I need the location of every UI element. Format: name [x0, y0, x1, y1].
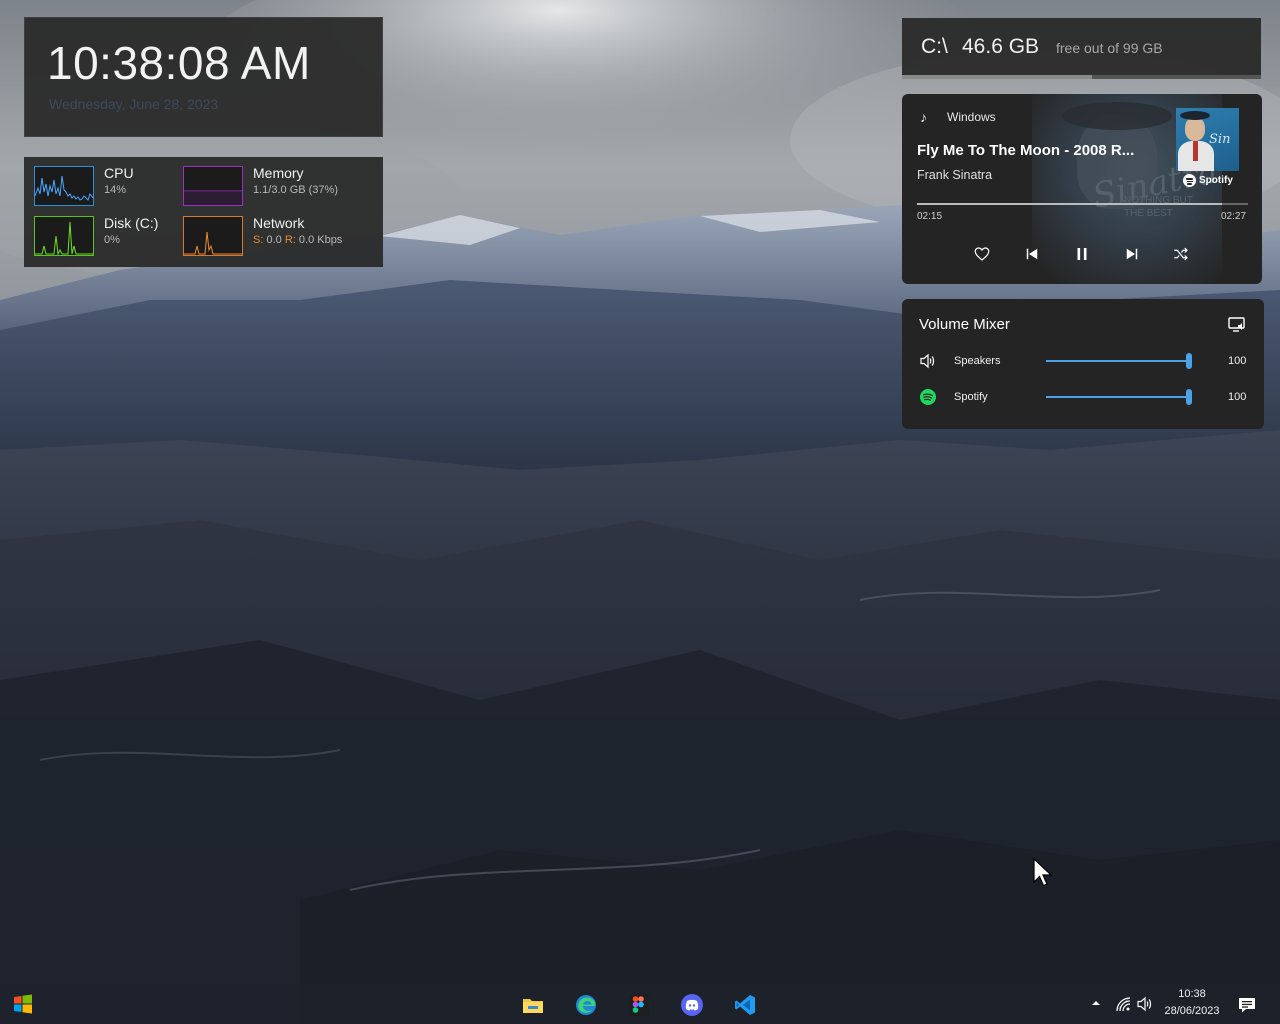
track-elapsed-time: 02:15	[917, 211, 943, 222]
vscode-icon	[735, 995, 755, 1015]
network-recv-label: R:	[284, 234, 296, 246]
volume-row-speakers: Speakers 100	[902, 350, 1264, 372]
cpu-title: CPU	[104, 165, 134, 181]
previous-icon	[1026, 248, 1038, 260]
track-title: Fly Me To The Moon - 2008 R...	[917, 142, 1135, 159]
track-progress-bar[interactable]	[917, 203, 1248, 205]
memory-title: Memory	[253, 165, 304, 181]
taskbar-figma[interactable]	[622, 988, 656, 1022]
volume-mixer-title: Volume Mixer	[919, 316, 1010, 333]
taskbar-file-explorer[interactable]	[516, 988, 550, 1022]
storage-widget[interactable]: C:\ 46.6 GB free out of 99 GB	[902, 18, 1261, 79]
pause-button[interactable]	[1070, 242, 1094, 266]
shuffle-button[interactable]	[1169, 242, 1193, 266]
taskbar: 10:38 28/06/2023	[0, 984, 1280, 1024]
previous-button[interactable]	[1020, 242, 1044, 266]
taskbar-edge[interactable]	[569, 988, 603, 1022]
taskbar-discord[interactable]	[675, 988, 709, 1022]
like-button[interactable]	[970, 242, 994, 266]
clock-date: Wednesday, June 28, 2023	[49, 96, 219, 112]
volume-fill-spotify	[1046, 396, 1189, 398]
cpu-monitor[interactable]: CPU 14%	[24, 157, 194, 206]
network-send-value: 0.0	[266, 234, 282, 246]
memory-graph	[183, 166, 243, 206]
output-device-icon[interactable]	[1227, 315, 1247, 335]
cpu-graph	[34, 166, 94, 206]
taskbar-clock-date[interactable]: 28/06/2023	[1160, 1005, 1224, 1017]
network-value: S: 0.0 R: 0.0 Kbps	[253, 234, 342, 246]
album-thumbnail[interactable]: Sin	[1176, 108, 1239, 171]
performance-widget: CPU 14% Memory 1.1/3.0 GB (37%) Disk (C:…	[24, 157, 383, 267]
show-hidden-icons-chevron-icon[interactable]	[1090, 998, 1102, 1008]
clock-time: 10:38:08 AM	[47, 37, 311, 89]
network-send-label: S:	[253, 234, 264, 246]
network-recv-value: 0.0 Kbps	[298, 234, 343, 246]
media-app-name: Windows	[947, 110, 996, 124]
album-subtitle-line-1: NOTHING BUT	[1124, 195, 1193, 206]
album-subtitle-line-2: THE BEST	[1124, 208, 1173, 219]
drive-free-space: 46.6 GB	[962, 35, 1040, 58]
next-button[interactable]	[1120, 242, 1144, 266]
network-graph	[183, 216, 243, 256]
disk-value: 0%	[104, 234, 120, 246]
next-icon	[1126, 248, 1138, 260]
media-source: Spotify	[1183, 174, 1233, 187]
drive-letter: C:\	[921, 35, 948, 58]
volume-mixer-widget: Volume Mixer Speakers 100 Spotify 100	[902, 299, 1264, 429]
track-total-time: 02:27	[1221, 211, 1247, 222]
pause-icon	[1077, 248, 1087, 260]
network-title: Network	[253, 215, 305, 231]
spotify-logo-icon	[1183, 174, 1196, 187]
volume-fill-speakers	[1046, 360, 1189, 362]
disk-monitor[interactable]: Disk (C:) 0%	[24, 207, 194, 256]
media-player-widget: Sinatra NOTHING BUT THE BEST ♪ Windows F…	[902, 94, 1262, 284]
mouse-cursor-icon	[1033, 858, 1053, 887]
figma-icon	[629, 994, 649, 1016]
volume-icon[interactable]	[1136, 995, 1154, 1013]
file-explorer-icon	[523, 999, 543, 1013]
taskbar-clock-time[interactable]: 10:38	[1160, 988, 1224, 1000]
taskbar-vscode[interactable]	[728, 988, 762, 1022]
volume-value-spotify: 100	[1228, 391, 1247, 403]
music-note-icon: ♪	[920, 109, 927, 125]
memory-value: 1.1/3.0 GB (37%)	[253, 184, 338, 196]
speaker-icon[interactable]	[919, 352, 937, 370]
disk-title: Disk (C:)	[104, 215, 159, 231]
disk-graph	[34, 216, 94, 256]
volume-knob-speakers[interactable]	[1186, 353, 1192, 369]
volume-row-spotify: Spotify 100	[902, 386, 1264, 408]
volume-slider-spotify[interactable]	[1046, 389, 1192, 405]
shuffle-icon	[1174, 247, 1188, 261]
network-monitor[interactable]: Network S: 0.0 R: 0.0 Kbps	[173, 207, 343, 256]
volume-slider-speakers[interactable]	[1046, 353, 1192, 369]
volume-knob-spotify[interactable]	[1186, 389, 1192, 405]
track-progress-fill	[917, 203, 1222, 205]
edge-icon	[576, 995, 596, 1015]
drive-capacity-caption: free out of 99 GB	[1056, 40, 1163, 56]
heart-icon	[974, 247, 990, 261]
notification-center-icon[interactable]	[1237, 995, 1257, 1015]
drive-usage-bar	[902, 75, 1261, 79]
volume-label-spotify: Spotify	[954, 391, 988, 403]
network-icon[interactable]	[1114, 995, 1132, 1013]
drive-usage-fill	[902, 75, 1093, 79]
media-source-label: Spotify	[1199, 175, 1233, 186]
clock-widget: 10:38:08 AM Wednesday, June 28, 2023	[24, 17, 383, 137]
memory-monitor[interactable]: Memory 1.1/3.0 GB (37%)	[173, 157, 343, 206]
discord-icon	[681, 994, 703, 1016]
media-controls	[902, 242, 1262, 266]
cpu-value: 14%	[104, 184, 127, 196]
volume-value-speakers: 100	[1228, 355, 1247, 367]
volume-label-speakers: Speakers	[954, 355, 1001, 367]
spotify-icon[interactable]	[919, 388, 937, 406]
track-artist: Frank Sinatra	[917, 168, 993, 182]
windows-start-icon[interactable]	[10, 992, 36, 1016]
album-subtitle: NOTHING BUT THE BEST	[1124, 194, 1193, 220]
